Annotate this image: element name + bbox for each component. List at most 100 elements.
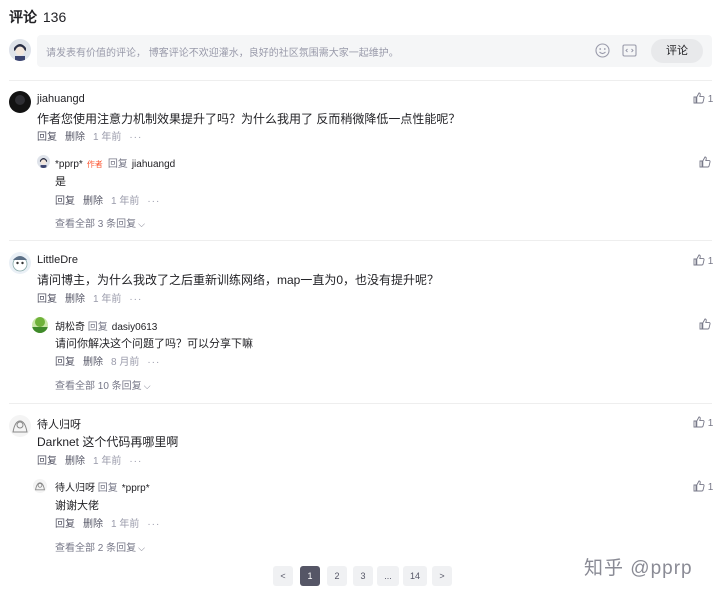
- like-button[interactable]: 1: [693, 92, 713, 105]
- reply-button[interactable]: 回复: [37, 132, 57, 143]
- divider: [9, 80, 712, 81]
- reply-to-username[interactable]: dasiy0613: [112, 322, 158, 333]
- avatar[interactable]: [37, 155, 50, 168]
- reply-to-username[interactable]: jiahuangd: [132, 159, 175, 170]
- reply-header: 待人归呀 回复 *pprp*: [55, 479, 150, 494]
- reply-word: 回复: [87, 322, 108, 333]
- reply-button[interactable]: 回复: [55, 357, 75, 368]
- view-all-replies-link[interactable]: 查看全部 3 条回复 ⌵: [55, 215, 145, 230]
- reply-username[interactable]: 胡松奇: [55, 322, 85, 333]
- reply-username[interactable]: *pprp*: [55, 159, 83, 170]
- delete-button[interactable]: 删除: [83, 519, 103, 530]
- reply-text: 谢谢大佬: [55, 500, 99, 512]
- reply-header: *pprp* 作者 回复 jiahuangd: [55, 155, 175, 170]
- divider: [9, 403, 712, 404]
- reply-button[interactable]: 回复: [55, 519, 75, 530]
- chevron-down-icon: ⌵: [138, 543, 145, 553]
- avatar[interactable]: [33, 479, 47, 493]
- reply-button[interactable]: 回复: [55, 196, 75, 207]
- comment-actions: 回复 删除 1 年前 ···: [37, 452, 150, 467]
- like-button[interactable]: [699, 156, 711, 169]
- reply-actions: 回复 删除 1 年前 ···: [55, 192, 168, 207]
- reply-button[interactable]: 回复: [37, 456, 57, 467]
- view-all-replies-link[interactable]: 查看全部 2 条回复 ⌵: [55, 539, 145, 554]
- page-1-button[interactable]: 1: [300, 566, 320, 586]
- delete-button[interactable]: 删除: [83, 357, 103, 368]
- prev-page-button[interactable]: <: [273, 566, 293, 586]
- page-2-button[interactable]: 2: [327, 566, 347, 586]
- reply-to-username[interactable]: *pprp*: [122, 483, 150, 494]
- chevron-down-icon: ⌵: [138, 219, 145, 229]
- more-icon[interactable]: ···: [129, 132, 142, 143]
- emoji-icon[interactable]: [595, 43, 610, 58]
- author-tag: 作者: [86, 160, 103, 169]
- reply-time: 1 年前: [111, 519, 140, 530]
- reply-text: 是: [55, 176, 66, 188]
- delete-button[interactable]: 删除: [65, 132, 85, 143]
- reply-username[interactable]: 待人归呀: [55, 483, 95, 494]
- avatar[interactable]: [9, 91, 31, 113]
- comment-time: 1 年前: [93, 456, 122, 467]
- reply-header: 胡松奇 回复 dasiy0613: [55, 318, 157, 333]
- view-all-label: 查看全部 2 条回复: [55, 543, 137, 554]
- reply-actions: 回复 删除 1 年前 ···: [55, 515, 168, 530]
- avatar[interactable]: [32, 317, 48, 333]
- like-button[interactable]: 1: [693, 480, 713, 493]
- comment-actions: 回复 删除 1 年前 ···: [37, 128, 150, 143]
- comments-count: 136: [42, 9, 67, 25]
- comment-text: 请问博主，为什么我改了之后重新训练网络，map一直为0，也没有提升呢？: [37, 273, 440, 287]
- reply-time: 8 月前: [111, 357, 140, 368]
- like-button[interactable]: 1: [693, 416, 713, 429]
- reply-word: 回复: [107, 159, 128, 170]
- comment-input[interactable]: 请发表有价值的评论， 博客评论不欢迎灌水，良好的社区氛围需大家一起维护。 评论: [37, 35, 712, 67]
- comment-composer: 请发表有价值的评论， 博客评论不欢迎灌水，良好的社区氛围需大家一起维护。 评论: [9, 35, 712, 67]
- like-count: 1: [707, 256, 714, 267]
- view-all-label: 查看全部 3 条回复: [55, 219, 137, 230]
- comment-username[interactable]: jiahuangd: [37, 93, 85, 105]
- thumbs-up-icon: [693, 92, 705, 104]
- comment-time: 1 年前: [93, 132, 122, 143]
- thumbs-up-icon: [693, 480, 705, 492]
- delete-button[interactable]: 删除: [65, 456, 85, 467]
- page-3-button[interactable]: 3: [353, 566, 373, 586]
- divider: [9, 240, 712, 241]
- more-icon[interactable]: ···: [147, 357, 160, 368]
- more-icon[interactable]: ···: [147, 519, 160, 530]
- reply-button[interactable]: 回复: [37, 294, 57, 305]
- like-count: 1: [707, 482, 714, 493]
- reply-word: 回复: [97, 483, 118, 494]
- page-ellipsis: ...: [377, 566, 399, 586]
- view-all-replies-link[interactable]: 查看全部 10 条回复 ⌵: [55, 377, 151, 392]
- like-button[interactable]: 1: [693, 254, 713, 267]
- comment-input-placeholder: 请发表有价值的评论， 博客评论不欢迎灌水，良好的社区氛围需大家一起维护。: [46, 48, 399, 59]
- reply-text: 请问你解决这个问题了吗？可以分享下嘛: [55, 338, 253, 350]
- reply-time: 1 年前: [111, 196, 140, 207]
- comment-username[interactable]: LittleDre: [37, 254, 78, 266]
- avatar[interactable]: [9, 252, 31, 274]
- more-icon[interactable]: ···: [129, 294, 142, 305]
- thumbs-up-icon: [699, 318, 711, 330]
- comment-text: 作者您使用注意力机制效果提升了吗？为什么我用了 反而稍微降低一点性能呢？: [37, 112, 461, 126]
- view-all-label: 查看全部 10 条回复: [55, 381, 142, 392]
- chevron-down-icon: ⌵: [143, 381, 151, 391]
- page-14-button[interactable]: 14: [403, 566, 427, 586]
- avatar: [9, 39, 31, 61]
- like-count: 1: [707, 94, 714, 105]
- avatar[interactable]: [9, 415, 31, 437]
- more-icon[interactable]: ···: [147, 196, 160, 207]
- thumbs-up-icon: [693, 416, 705, 428]
- comments-title: 评论: [9, 9, 37, 25]
- thumbs-up-icon: [699, 156, 711, 168]
- like-button[interactable]: [699, 318, 711, 331]
- watermark: 知乎 @pprp: [584, 558, 693, 579]
- comment-text: Darknet 这个代码再哪里啊: [37, 435, 179, 449]
- delete-button[interactable]: 删除: [65, 294, 85, 305]
- comment-username[interactable]: 待人归呀: [37, 416, 81, 432]
- next-page-button[interactable]: >: [432, 566, 452, 586]
- comment-time: 1 年前: [93, 294, 122, 305]
- thumbs-up-icon: [693, 254, 705, 266]
- submit-comment-button[interactable]: 评论: [651, 39, 703, 63]
- code-icon[interactable]: [622, 43, 637, 58]
- more-icon[interactable]: ···: [129, 456, 142, 467]
- delete-button[interactable]: 删除: [83, 196, 103, 207]
